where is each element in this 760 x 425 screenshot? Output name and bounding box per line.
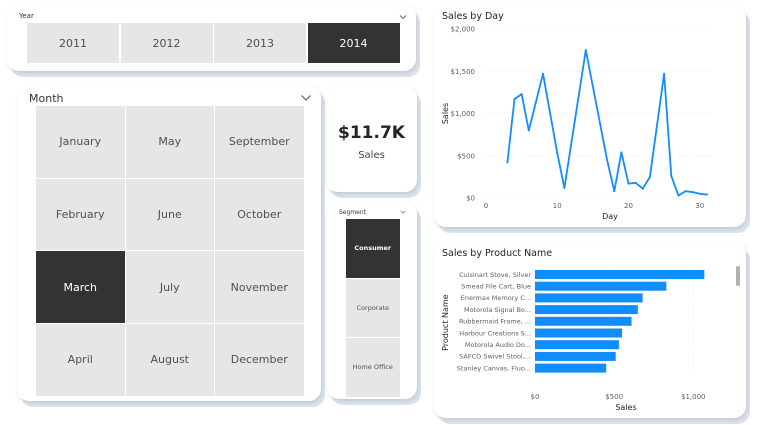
month_slicer-option-december[interactable]: December bbox=[215, 324, 304, 396]
month_slicer-option-march[interactable]: March bbox=[36, 251, 125, 323]
category-label: Stanley Canvas, Fluo... bbox=[457, 364, 531, 372]
month_slicer-option-june[interactable]: June bbox=[125, 178, 214, 251]
data-point bbox=[641, 187, 644, 190]
y-tick-label: $0 bbox=[466, 195, 475, 203]
x-axis-title: Day bbox=[602, 212, 618, 221]
bar bbox=[535, 305, 638, 315]
data-point bbox=[556, 152, 559, 155]
bar bbox=[535, 363, 607, 373]
month-slicer-header: Month bbox=[29, 92, 64, 105]
segment-slicer-header: Segment bbox=[339, 209, 366, 216]
data-point bbox=[648, 175, 651, 178]
month_slicer-option-may[interactable]: May bbox=[125, 106, 214, 178]
data-point bbox=[563, 186, 566, 189]
month_slicer-option-july[interactable]: July bbox=[125, 251, 214, 323]
data-point bbox=[620, 151, 623, 154]
x-tick-label: 30 bbox=[695, 202, 704, 210]
sales-by-product-visual: Sales by Product Name $0 $500 $1,000 Cuisin… bbox=[434, 242, 746, 418]
bar bbox=[535, 351, 616, 361]
chevron-down-icon[interactable] bbox=[400, 209, 406, 215]
x-tick-label: 10 bbox=[553, 202, 562, 210]
data-point bbox=[663, 72, 666, 75]
data-point bbox=[613, 190, 616, 193]
bar bbox=[535, 293, 643, 303]
bar-chart-scrollbar[interactable] bbox=[736, 266, 740, 286]
sales-by-product-chart[interactable]: $0 $500 $1,000 Cuisinart Stove, Silver Smead… bbox=[434, 242, 746, 418]
bar bbox=[535, 270, 705, 279]
year-slicer-header: Year bbox=[19, 12, 34, 20]
data-point bbox=[670, 175, 673, 178]
sales-by-day-chart[interactable]: $0 $500 $1,000 $1,500 $2,000 0 10 20 30 Day Sales bbox=[434, 6, 746, 227]
x-tick-label: $500 bbox=[605, 393, 623, 401]
data-point bbox=[691, 191, 694, 194]
y-axis-title: Product Name bbox=[441, 294, 450, 351]
category-label: SAFCO Swivel Stool,... bbox=[459, 353, 531, 361]
month_slicer-option-february[interactable]: February bbox=[36, 178, 125, 251]
category-label: Motorola Signal Bo... bbox=[464, 306, 531, 314]
category-label: Cuisinart Stove, Silver bbox=[459, 271, 531, 279]
category-label: Rubbermaid Frame, ... bbox=[459, 318, 531, 326]
data-point bbox=[698, 192, 701, 195]
data-point bbox=[542, 72, 544, 75]
year-slicer: Year 2011 2012 2013 2014 bbox=[7, 5, 416, 71]
kpi-value: $11.7K bbox=[338, 123, 405, 143]
year_slicer-option-2011[interactable]: 2011 bbox=[27, 23, 119, 63]
category-label: Enermax Memory C... bbox=[461, 294, 531, 302]
segment-slicer: Segment Consumer Corporate Home Office bbox=[327, 202, 417, 399]
category-label: Motorola Audio Do... bbox=[465, 341, 531, 349]
month_slicer-option-august[interactable]: August bbox=[125, 324, 214, 396]
y-tick-label: $500 bbox=[457, 152, 475, 160]
month_slicer-option-september[interactable]: September bbox=[215, 106, 304, 178]
month_slicer-option-april[interactable]: April bbox=[36, 324, 125, 396]
chevron-down-icon[interactable] bbox=[300, 92, 312, 104]
data-point bbox=[584, 49, 587, 52]
data-point bbox=[634, 181, 637, 184]
y-tick-label: $2,000 bbox=[451, 26, 476, 34]
y-tick-label: $1,500 bbox=[451, 68, 476, 76]
x-tick-label: 0 bbox=[484, 202, 488, 210]
category-label: Smead File Cart, Blue bbox=[461, 283, 531, 291]
x-tick-label: 20 bbox=[624, 202, 633, 210]
x-tick-label: $0 bbox=[531, 393, 540, 401]
month_slicer-option-november[interactable]: November bbox=[215, 251, 304, 323]
kpi-card: $11.7K Sales bbox=[326, 86, 417, 192]
segment_slicer-option-home-office[interactable]: Home Office bbox=[346, 338, 400, 397]
year_slicer-option-2013[interactable]: 2013 bbox=[214, 23, 306, 63]
month_slicer-option-october[interactable]: October bbox=[215, 178, 304, 251]
segment_slicer-option-corporate[interactable]: Corporate bbox=[346, 278, 400, 337]
year_slicer-option-2012[interactable]: 2012 bbox=[120, 23, 213, 63]
bar bbox=[535, 340, 619, 350]
data-point bbox=[627, 182, 630, 185]
data-point bbox=[606, 158, 609, 161]
bar bbox=[535, 328, 623, 338]
y-axis-title: Sales bbox=[441, 103, 450, 124]
category-label: Harbour Creations S... bbox=[459, 329, 531, 337]
bar bbox=[535, 316, 632, 326]
sales-by-day-visual: Sales by Day $0 $500 $1,000 $1,500 $2,000 0 10… bbox=[434, 6, 746, 227]
kpi-label: Sales bbox=[358, 150, 385, 161]
x-tick-label: $1,000 bbox=[681, 393, 706, 401]
sales-line-series bbox=[506, 49, 708, 197]
segment_slicer-option-consumer[interactable]: Consumer bbox=[346, 219, 400, 278]
data-point bbox=[520, 93, 523, 96]
month_slicer-option-january[interactable]: January bbox=[36, 106, 125, 178]
data-point bbox=[705, 193, 708, 196]
y-tick-label: $1,000 bbox=[451, 110, 476, 118]
year_slicer-option-2014[interactable]: 2014 bbox=[307, 23, 400, 63]
data-point bbox=[506, 161, 509, 164]
data-point bbox=[527, 129, 530, 132]
data-point bbox=[513, 98, 516, 101]
data-point bbox=[684, 190, 687, 193]
month-slicer: Month January May September February June Oct… bbox=[17, 85, 321, 401]
chevron-down-icon[interactable] bbox=[399, 13, 407, 21]
x-axis-title: Sales bbox=[615, 403, 636, 412]
data-point bbox=[677, 194, 680, 197]
bar bbox=[535, 281, 667, 291]
